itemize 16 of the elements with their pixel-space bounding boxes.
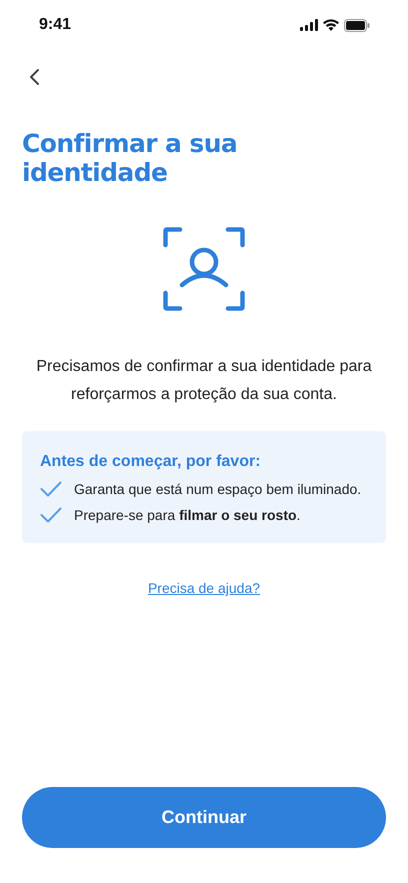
checklist-item: Garanta que está num espaço bem iluminado.: [74, 481, 362, 497]
status-time: 9:41: [39, 16, 72, 34]
wifi-icon: [323, 19, 339, 31]
checklist-item: Prepare-se para filmar o seu rosto.: [74, 507, 300, 523]
checklist-heading: Antes de começar, por favor:: [40, 453, 262, 471]
help-link[interactable]: Precisa de ajuda?: [148, 580, 260, 596]
description-text: Precisamos de confirmar a sua identidade para reforçarmos a proteção da sua conta.: [35, 357, 373, 405]
signal-icon: [300, 19, 318, 31]
face-scan-icon: [163, 227, 245, 311]
checkmark-icon: [40, 507, 62, 523]
chevron-left-icon: [28, 68, 40, 86]
checkmark-icon: [40, 481, 62, 497]
continue-button[interactable]: Continuar: [22, 787, 386, 848]
page-title: Confirmar a sua identidade: [22, 129, 238, 187]
battery-icon: [344, 18, 370, 32]
back-button[interactable]: [28, 68, 40, 86]
